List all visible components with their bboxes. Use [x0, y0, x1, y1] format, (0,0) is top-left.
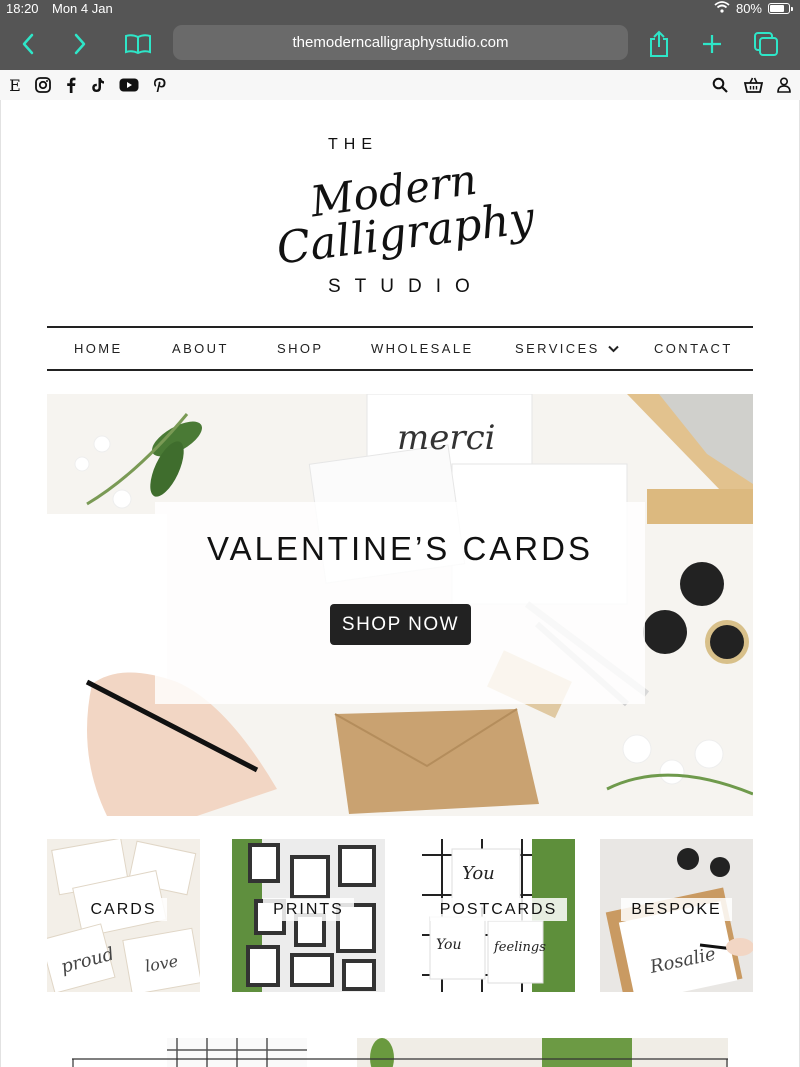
- youtube-icon[interactable]: [118, 76, 140, 94]
- search-icon[interactable]: [711, 76, 729, 94]
- nav-wholesale[interactable]: WHOLESALE: [371, 341, 474, 356]
- hero-overlay: VALENTINE’S CARDS SHOP NOW: [155, 502, 645, 704]
- tile-bespoke[interactable]: Rosalie BESPOKE: [600, 839, 753, 992]
- facebook-icon[interactable]: [62, 76, 80, 94]
- browser-toolbar: themoderncalligraphystudio.com: [0, 18, 800, 70]
- tiktok-icon[interactable]: [89, 76, 107, 94]
- svg-text:feelings: feelings: [493, 940, 546, 955]
- next-section-image: [72, 1038, 728, 1067]
- site-logo[interactable]: THE Modern Calligraphy STUDIO: [270, 130, 537, 300]
- status-time: 18:20: [6, 1, 39, 16]
- chevron-right-icon: [74, 33, 86, 55]
- tile-cards[interactable]: proud love CARDS: [47, 839, 200, 992]
- main-nav: HOME ABOUT SHOP WHOLESALE SERVICES CONTA…: [47, 326, 753, 371]
- svg-text:You: You: [436, 937, 461, 953]
- tile-postcards-label: POSTCARDS: [422, 898, 575, 921]
- next-section-preview: [72, 1038, 728, 1067]
- plus-icon: [703, 35, 721, 53]
- nav-about[interactable]: ABOUT: [172, 341, 229, 356]
- nav-services-label: SERVICES: [515, 341, 600, 356]
- status-right: 80%: [714, 1, 793, 16]
- share-button[interactable]: [643, 28, 675, 60]
- battery-fill: [770, 5, 784, 12]
- nav-contact[interactable]: CONTACT: [654, 341, 733, 356]
- account-icon[interactable]: [775, 76, 793, 94]
- bookmarks-button[interactable]: [122, 28, 154, 60]
- tile-prints[interactable]: PRINTS: [232, 839, 385, 992]
- battery-percent: 80%: [735, 1, 762, 16]
- battery-icon: [768, 3, 793, 14]
- url-bar[interactable]: themoderncalligraphystudio.com: [173, 25, 628, 60]
- nav-home[interactable]: HOME: [74, 341, 123, 356]
- etsy-icon[interactable]: E: [6, 76, 24, 95]
- logo-the: THE: [328, 136, 378, 153]
- status-bar: 18:20 Mon 4 Jan 80%: [0, 0, 800, 18]
- book-icon: [125, 34, 151, 55]
- tile-bespoke-label: BESPOKE: [600, 898, 753, 921]
- status-date: Mon 4 Jan: [52, 1, 113, 16]
- wifi-icon: [714, 1, 730, 16]
- site-top-strip: E: [0, 70, 800, 100]
- hero-title: VALENTINE’S CARDS: [207, 530, 593, 567]
- chevron-down-icon: [608, 345, 619, 353]
- tile-cards-label: CARDS: [47, 898, 200, 921]
- tile-prints-label: PRINTS: [232, 898, 385, 921]
- svg-text:You: You: [462, 863, 495, 884]
- share-icon: [650, 30, 668, 57]
- url-text: themoderncalligraphystudio.com: [292, 34, 509, 51]
- nav-services[interactable]: SERVICES: [515, 341, 619, 356]
- tile-postcards[interactable]: You You feelings POSTCARDS: [422, 839, 575, 992]
- logo-studio: STUDIO: [328, 276, 484, 297]
- chevron-left-icon: [22, 33, 34, 55]
- hero-banner: merci VALENTINE’S CARDS SHOP NOW: [47, 394, 753, 816]
- basket-icon[interactable]: [743, 76, 763, 94]
- tabs-button[interactable]: [750, 28, 782, 60]
- nav-shop[interactable]: SHOP: [277, 341, 323, 356]
- instagram-icon[interactable]: [34, 76, 52, 94]
- svg-text:merci: merci: [397, 418, 496, 458]
- new-tab-button[interactable]: [696, 28, 728, 60]
- tabs-icon: [754, 32, 778, 56]
- pinterest-icon[interactable]: [151, 76, 169, 94]
- shop-now-button[interactable]: SHOP NOW: [330, 604, 471, 645]
- back-button[interactable]: [12, 28, 44, 60]
- forward-button[interactable]: [64, 28, 96, 60]
